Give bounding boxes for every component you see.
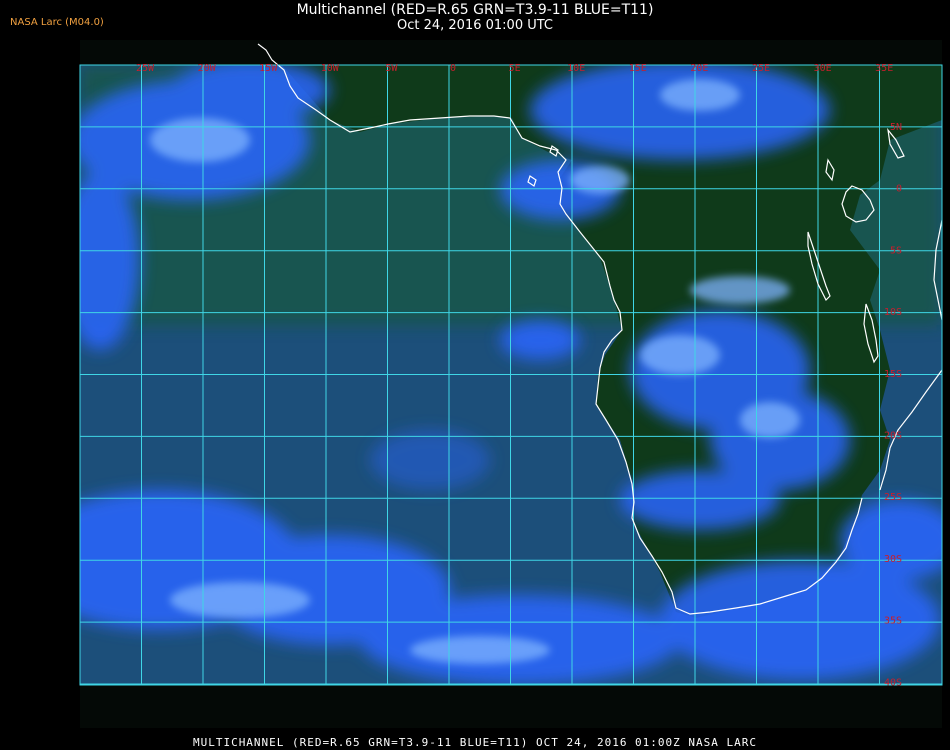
longitude-label: 5W bbox=[385, 63, 398, 74]
longitude-label: 25W bbox=[136, 63, 155, 74]
latitude-label: 35S bbox=[884, 616, 902, 627]
longitude-label: 30E bbox=[814, 63, 832, 74]
footer-caption: MULTICHANNEL (RED=R.65 GRN=T3.9-11 BLUE=… bbox=[192, 736, 758, 749]
latitude-label: 25S bbox=[884, 492, 902, 503]
longitude-label: 20E bbox=[690, 63, 708, 74]
longitude-label: 25E bbox=[752, 63, 770, 74]
latitude-label: 5N bbox=[890, 122, 902, 133]
longitude-label: 20W bbox=[198, 63, 217, 74]
latitude-label: 20S bbox=[884, 431, 902, 442]
longitude-label: 35E bbox=[875, 63, 893, 74]
longitude-label: 10E bbox=[567, 63, 585, 74]
longitude-label: 15W bbox=[259, 63, 278, 74]
latitude-label: 0 bbox=[896, 184, 902, 195]
longitude-label: 10W bbox=[321, 63, 340, 74]
imagery-layer bbox=[80, 65, 942, 685]
latitude-label: 10S bbox=[884, 307, 902, 318]
latitude-label: 15S bbox=[884, 369, 902, 380]
longitude-label: 5E bbox=[509, 63, 521, 74]
latitude-label: 40S bbox=[884, 677, 902, 688]
satellite-map: 25W 20W 15W 10W 5W 0 5E 10E 15E 20E 25E 30E 35E 5N 0 5… bbox=[79, 40, 943, 728]
latitude-label: 30S bbox=[884, 554, 902, 565]
longitude-label: 15E bbox=[629, 63, 647, 74]
longitude-label: 0 bbox=[450, 63, 456, 74]
latitude-label: 5S bbox=[890, 245, 902, 256]
